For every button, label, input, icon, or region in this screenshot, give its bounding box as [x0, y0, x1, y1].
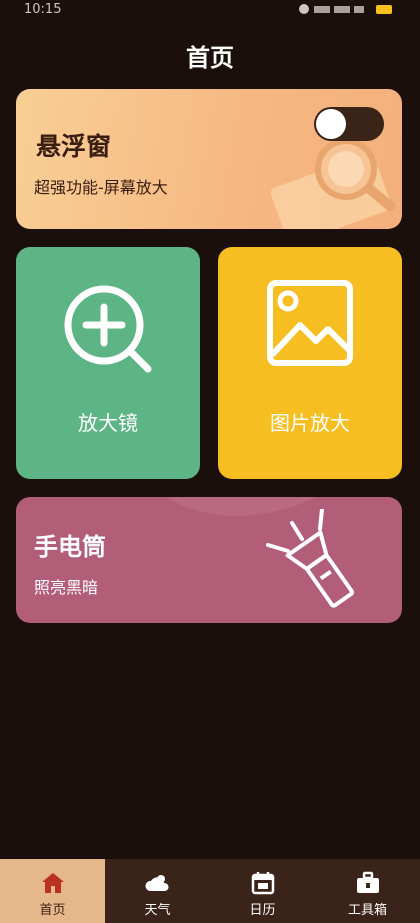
status-time: 10:15: [24, 2, 62, 17]
home-icon: [41, 873, 64, 893]
page-title: 首页: [186, 44, 234, 72]
tab-calendar[interactable]: 日历: [210, 859, 315, 923]
weather-icon: [144, 875, 169, 891]
tab-weather-label: 天气: [144, 903, 171, 918]
toggle-knob: [316, 109, 346, 139]
bottom-tab-bar: 首页 天气 日历 工具箱: [0, 859, 420, 923]
flashlight-title: 手电筒: [34, 533, 106, 561]
floating-window-card[interactable]: 悬浮窗 超强功能-屏幕放大: [16, 89, 402, 229]
toolbox-icon: [356, 871, 379, 893]
floating-window-title: 悬浮窗: [36, 132, 112, 161]
calendar-icon: [251, 872, 274, 895]
status-bar: 10:15: [0, 0, 420, 22]
floating-window-toggle[interactable]: [314, 107, 384, 141]
photo-zoom-tile[interactable]: 图片放大: [218, 247, 402, 479]
tab-home-label: 首页: [39, 903, 66, 918]
tab-calendar-label: 日历: [249, 903, 276, 918]
magnifier-illustration-icon: [270, 138, 396, 229]
battery-icon: [376, 5, 392, 14]
flashlight-subtitle: 照亮黑暗: [34, 578, 99, 597]
tab-toolbox[interactable]: 工具箱: [315, 859, 420, 923]
magnifier-tile[interactable]: 放大镜: [16, 247, 200, 479]
status-signal-icon: [299, 4, 364, 14]
tab-weather[interactable]: 天气: [105, 859, 210, 923]
image-icon: [267, 280, 353, 366]
flashlight-card[interactable]: 手电筒 照亮黑暗: [16, 497, 402, 623]
tab-home[interactable]: 首页: [0, 859, 105, 923]
flashlight-icon: [266, 509, 355, 608]
floating-window-subtitle: 超强功能-屏幕放大: [34, 178, 168, 197]
tab-toolbox-label: 工具箱: [347, 903, 387, 918]
photo-zoom-label: 图片放大: [270, 411, 350, 435]
magnifier-label: 放大镜: [78, 411, 138, 435]
magnifier-plus-icon: [64, 285, 152, 373]
